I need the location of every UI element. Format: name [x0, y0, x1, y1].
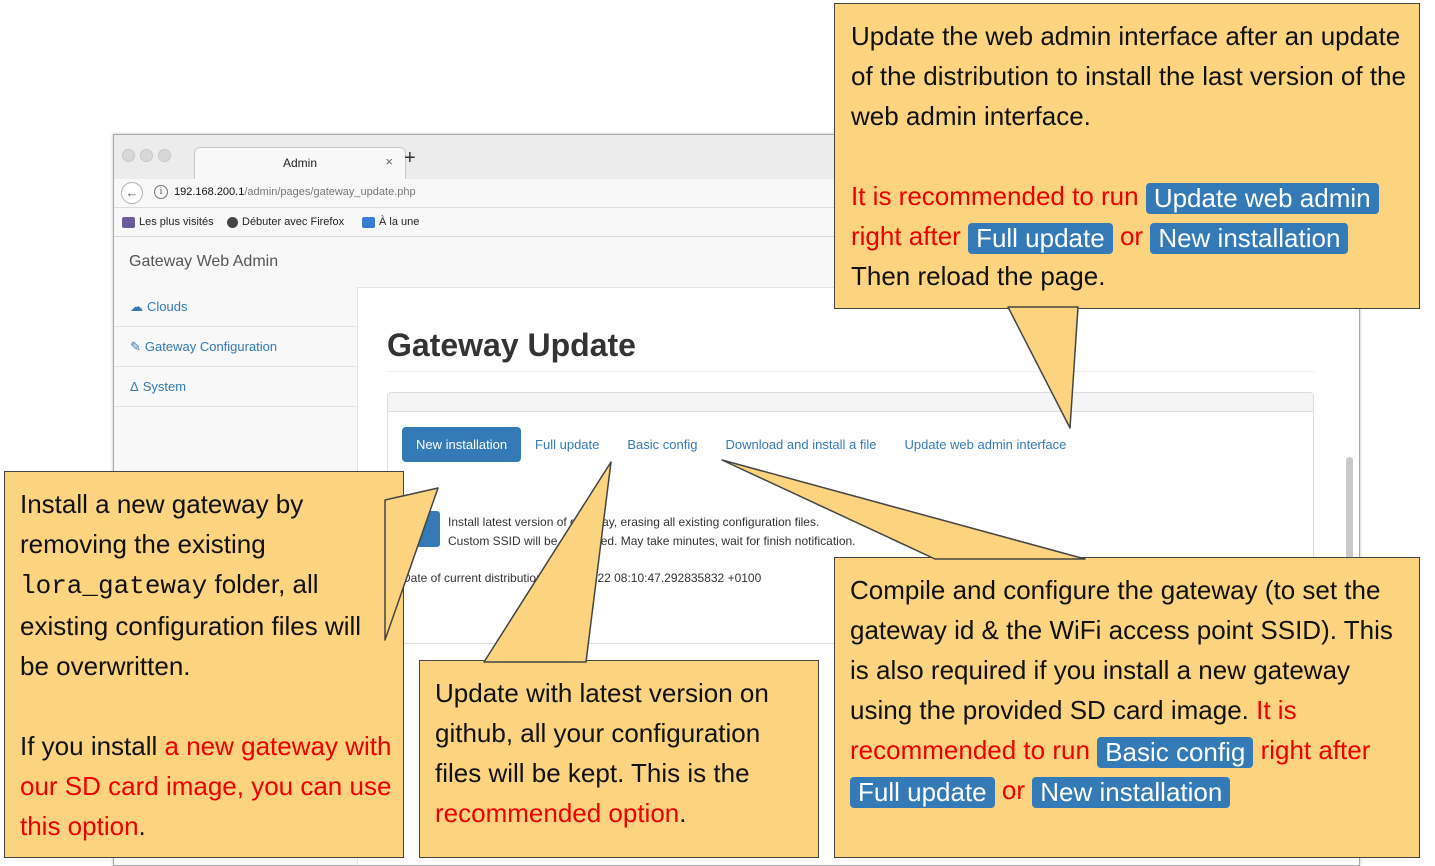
close-window-icon[interactable] — [122, 149, 135, 162]
callout-update-web-admin: Update the web admin interface after an … — [834, 3, 1420, 309]
bookmark-label: À la une — [379, 216, 420, 228]
callout-text: If you install a new gateway with our SD… — [20, 726, 393, 846]
callout-text: Then reload the page. — [851, 261, 1106, 291]
cloud-icon: ☁ — [130, 298, 143, 314]
firefox-icon — [227, 216, 238, 228]
bookmark-most-visited[interactable]: Les plus visités — [122, 216, 214, 228]
url-text[interactable]: 192.168.200.1/admin/pages/gateway_update… — [174, 186, 416, 198]
panel-heading — [388, 393, 1313, 412]
bookmark-label: Débuter avec Firefox — [242, 216, 345, 228]
rss-icon — [362, 216, 375, 228]
full-update-chip: Full update — [850, 776, 995, 808]
callout-emphasis: right after — [851, 221, 961, 251]
callout-basic-config: Compile and configure the gateway (to se… — [834, 557, 1420, 858]
title-divider — [387, 371, 1314, 372]
tab-basic-config[interactable]: Basic config — [613, 427, 711, 462]
new-tab-button[interactable]: + — [404, 147, 416, 170]
callout-recommendation: It is recommended to run Update web admi… — [851, 176, 1407, 256]
callout-text-part: Install a new gateway by removing the ex… — [20, 489, 304, 559]
browser-tab[interactable]: Admin × — [194, 147, 406, 180]
sidebar-item-label: System — [142, 379, 187, 394]
callout-text-part: If you install — [20, 731, 158, 761]
callout-emphasis: recommended option — [435, 798, 680, 828]
callout-text: Install a new gateway by removing the ex… — [20, 484, 393, 686]
sidebar-item-gateway-configuration[interactable]: ✎ Gateway Configuration — [114, 327, 357, 367]
callout-new-installation: Install a new gateway by removing the ex… — [4, 471, 404, 858]
callout-text-part: Update with latest version on github, al… — [435, 678, 769, 788]
tab-update-web-admin[interactable]: Update web admin interface — [891, 427, 1081, 462]
sidebar-item-label: Gateway Configuration — [144, 339, 278, 354]
url-path: /admin/pages/gateway_update.php — [244, 186, 416, 198]
tab-download-install-file[interactable]: Download and install a file — [711, 427, 890, 462]
install-description: Install latest version of gateway, erasi… — [448, 513, 856, 551]
bookmark-getting-started[interactable]: Débuter avec Firefox — [227, 216, 344, 228]
new-installation-chip: New installation — [1150, 222, 1349, 254]
tab-close-icon[interactable]: × — [385, 154, 393, 169]
callout-emphasis: or — [1001, 775, 1026, 805]
info-icon[interactable]: i — [154, 185, 168, 199]
callout-text-part: Compile and configure the gateway (to se… — [850, 575, 1393, 725]
sidebar-item-system[interactable]: Δ System — [114, 367, 357, 407]
linux-icon: Δ — [130, 379, 139, 394]
folder-icon — [122, 216, 135, 228]
sidebar-item-label: Clouds — [147, 299, 188, 314]
tab-full-update[interactable]: Full update — [521, 427, 613, 462]
callout-text-part: . — [679, 798, 687, 828]
callout-text-part: . — [138, 811, 146, 841]
back-arrow-icon[interactable]: ← — [121, 182, 143, 204]
folder-name: lora_gateway — [20, 571, 208, 601]
page-title: Gateway Update — [387, 327, 636, 363]
tab-title: Admin — [282, 156, 317, 170]
distribution-date: Date of current distribution: 2017-12-22… — [402, 571, 762, 585]
bookmark-headlines[interactable]: À la une — [362, 216, 419, 228]
callout-text: Compile and configure the gateway (to se… — [850, 570, 1409, 810]
maximize-window-icon[interactable] — [158, 149, 171, 162]
app-brand[interactable]: Gateway Web Admin — [129, 253, 278, 271]
install-button[interactable] — [402, 511, 440, 547]
new-installation-chip: New installation — [1032, 776, 1231, 808]
callout-emphasis: right after — [1260, 735, 1371, 765]
callout-text: Update the web admin interface after an … — [851, 21, 1406, 131]
basic-config-chip: Basic config — [1097, 736, 1254, 768]
description-line: Custom SSID will be preserved. May take … — [448, 534, 856, 548]
callout-full-update: Update with latest version on github, al… — [419, 660, 819, 858]
update-web-admin-chip: Update web admin — [1145, 182, 1379, 214]
callout-emphasis: or — [1119, 221, 1144, 251]
url-host: 192.168.200.1 — [174, 186, 245, 198]
sidebar-item-clouds[interactable]: ☁ Clouds — [114, 287, 357, 327]
edit-icon: ✎ — [130, 338, 141, 354]
bookmark-label: Les plus visités — [139, 216, 214, 228]
tab-new-installation[interactable]: New installation — [402, 427, 522, 462]
full-update-chip: Full update — [968, 222, 1113, 254]
update-tabs: New installation Full update Basic confi… — [402, 427, 1080, 462]
callout-emphasis: It is recommended to run — [851, 181, 1139, 211]
minimize-window-icon[interactable] — [140, 149, 153, 162]
description-line: Install latest version of gateway, erasi… — [448, 515, 820, 529]
callout-text: Update with latest version on github, al… — [435, 673, 808, 833]
